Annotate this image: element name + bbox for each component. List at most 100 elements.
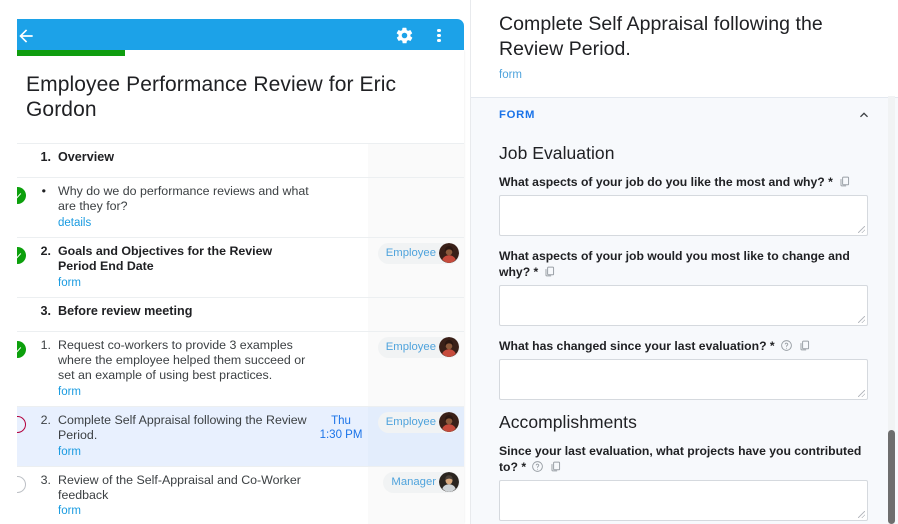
task-row[interactable]: • Why do we do performance reviews and wh… [0,178,464,238]
copy-icon[interactable] [549,460,562,473]
task-assignee-cell [368,144,464,177]
form-field: What aspects of your job would you most … [499,248,868,326]
label-text: What aspects of your job do you like the… [499,175,833,189]
task-number: 3. [40,303,51,318]
task-label: Before review meeting [58,303,193,318]
task-label: Goals and Objectives for the Review Peri… [58,243,273,274]
form-section-heading: Accomplishments [499,412,637,432]
task-sublink[interactable]: form [58,386,310,399]
assignee-chip[interactable]: Employee [377,336,460,358]
gear-icon[interactable] [395,26,414,45]
detail-header: Complete Self Appraisal following the Re… [471,0,898,93]
form-textarea[interactable] [499,359,868,400]
form-field-label: What aspects of your job would you most … [499,248,868,280]
task-content: 1. Request co-workers to provide 3 exampl… [35,332,314,406]
assignee-chip[interactable]: Employee [377,242,460,264]
task-list: 1. Overview • Why do we do performance revi… [0,143,464,524]
scrollbar-thumb[interactable] [888,430,895,524]
assignee-label: Manager [391,476,436,489]
task-number: 3. [40,472,51,487]
task-content: 3. Review of the Self-Appraisal and Co-Wo… [35,467,314,524]
task-number: 2. [40,412,51,427]
form-card: FORM Job Evaluation What aspects of your … [471,97,898,524]
form-field: What has changed since your last evaluat… [499,338,868,400]
task-row[interactable]: 2. Goals and Objectives for the Review Pe… [0,237,464,298]
task-row[interactable]: 1. Request co-workers to provide 3 exampl… [0,331,464,407]
task-due-date [314,144,368,151]
checklist-sheet: Employee Performance Review for Eric Gor… [0,50,464,524]
help-icon[interactable] [531,460,544,473]
assignee-chip[interactable]: Manager [383,471,460,493]
task-sublink[interactable]: form [58,277,310,290]
task-sublink[interactable]: form [58,446,310,459]
task-sublink[interactable]: details [58,217,310,230]
dot [437,39,441,43]
task-content: 1. Overview [35,144,314,172]
task-content: 2. Complete Self Appraisal following the … [35,407,314,466]
task-assignee-cell [368,178,464,237]
form-card-header[interactable]: FORM [471,98,898,129]
chevron-up-icon[interactable] [856,107,872,123]
task-number: 1. [40,150,51,164]
task-row[interactable]: 2. Complete Self Appraisal following the … [0,406,464,467]
copy-icon[interactable] [838,175,851,188]
task-label: Why do we do performance reviews and wha… [58,184,309,214]
form-textarea[interactable] [499,285,868,326]
task-due-date [314,238,368,245]
task-due-date [314,298,368,305]
task-row[interactable]: 3. Before review meeting [0,297,464,332]
employee-avatar [439,337,459,358]
assignee-label: Employee [385,341,436,354]
task-label: Overview [58,150,115,164]
detail-form-link[interactable]: form [499,69,522,81]
back-arrow-icon[interactable] [16,26,36,46]
task-sublink[interactable]: form [58,505,310,518]
task-content: 3. Before review meeting [35,298,314,326]
task-assignee-cell: Employee [368,331,464,406]
help-icon[interactable] [780,339,793,352]
form-field: What aspects of your job do you like the… [499,174,868,236]
task-due-date [314,467,368,474]
task-assignee-cell [368,297,464,331]
dot [437,28,441,32]
task-assignee-cell: Employee [368,237,464,297]
manager-avatar [439,472,459,493]
assignee-label: Employee [385,416,436,429]
assignee-chip[interactable]: Employee [377,411,460,433]
due-line: Thu [331,414,351,427]
task-label: Complete Self Appraisal following the Re… [58,412,307,443]
task-label: Review of the Self-Appraisal and Co-Work… [58,472,301,503]
form-body: Job Evaluation What aspects of your job d… [471,129,898,524]
task-content: • Why do we do performance reviews and wh… [35,178,314,237]
form-textarea[interactable] [499,480,868,521]
page-title: Employee Performance Review for Eric Gor… [26,73,397,121]
copy-icon[interactable] [543,265,556,278]
left-gutter [0,0,17,524]
dot [437,33,441,38]
form-card-label: FORM [499,109,536,121]
employee-avatar [439,412,459,433]
task-row[interactable]: 3. Review of the Self-Appraisal and Co-Wo… [0,466,464,524]
task-number: • [41,184,46,198]
task-assignee-cell: Manager [368,466,464,524]
task-row[interactable]: 1. Overview [0,144,464,178]
assignee-label: Employee [385,247,436,260]
more-vert-icon[interactable] [430,26,448,45]
task-due-date: Thu 1:30 PM [314,407,368,442]
form-field-label: What has changed since your last evaluat… [499,338,868,354]
app-bar [6,19,464,52]
form-field-label: What aspects of your job do you like the… [499,174,868,190]
task-due-date [314,332,368,339]
detail-title: Complete Self Appraisal following the Re… [499,13,823,60]
form-textarea[interactable] [499,195,868,236]
employee-avatar [439,243,459,264]
due-line: 1:30 PM [319,428,363,441]
copy-icon[interactable] [798,339,811,352]
form-section-heading: Job Evaluation [499,143,615,163]
task-label: Request co-workers to provide 3 examples… [58,337,306,383]
checklist-panel: Employee Performance Review for Eric Gor… [0,0,470,524]
progress-fill [0,50,126,56]
task-content: 2. Goals and Objectives for the Review Pe… [35,238,314,297]
form-field-label: Since your last evaluation, what project… [499,443,868,475]
progress-track [0,50,464,56]
